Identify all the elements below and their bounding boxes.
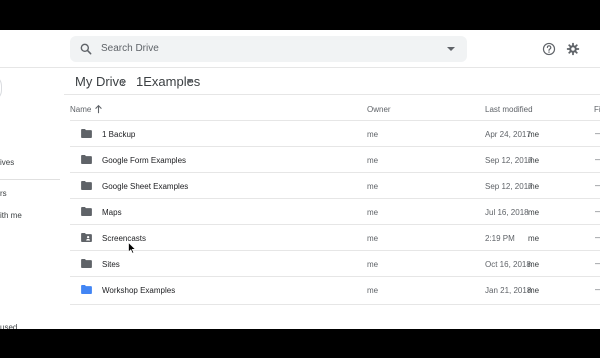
file-owner: me (367, 130, 379, 139)
folder-menu-chevron-down-icon[interactable] (187, 79, 193, 83)
file-modified-date: Jul 16, 2018 (485, 208, 529, 217)
file-modified-by: me (528, 156, 540, 165)
file-name[interactable]: Maps (102, 208, 122, 217)
gear-icon[interactable] (566, 42, 580, 56)
column-header-name[interactable]: Name (70, 105, 91, 114)
file-modified-by: me (528, 130, 540, 139)
search-input[interactable]: Search Drive (101, 43, 159, 54)
shared-folder-icon (81, 233, 92, 242)
file-name[interactable]: Workshop Examples (102, 286, 175, 295)
search-options-chevron-down-icon[interactable] (447, 47, 455, 51)
file-owner: me (367, 260, 379, 269)
search-icon (80, 43, 92, 55)
file-modified-date: 2:19 PM (485, 234, 515, 243)
sidebar-item-shared-drives[interactable]: ives (0, 158, 14, 167)
file-size: — (595, 181, 600, 190)
file-name[interactable]: Google Form Examples (102, 156, 186, 165)
column-header-file-size[interactable]: Fi (594, 105, 600, 114)
folder-icon (81, 155, 92, 164)
table-row[interactable]: Maps me Jul 16, 2018 me — (70, 198, 600, 224)
file-modified-by: me (528, 208, 540, 217)
table-row[interactable]: Workshop Examples me Jan 21, 2018 me — (70, 276, 600, 302)
file-modified-date: Oct 16, 2018 (485, 260, 531, 269)
file-name[interactable]: Google Sheet Examples (102, 182, 188, 191)
file-size: — (595, 129, 600, 138)
table-bottom-divider (70, 304, 600, 305)
table-row[interactable]: 1 Backup me Apr 24, 2017 me — (70, 120, 600, 146)
drive-app: Search Drive ives rs ith me used My Driv… (0, 30, 600, 329)
file-modified-date: Sep 12, 2017 (485, 182, 533, 191)
file-size: — (595, 285, 600, 294)
sidebar-divider (0, 179, 60, 180)
file-modified-by: me (528, 286, 540, 295)
bottom-letterbox (0, 329, 600, 358)
table-row[interactable]: Sites me Oct 16, 2018 me — (70, 250, 600, 276)
table-row[interactable]: Google Form Examples me Sep 12, 2017 me … (70, 146, 600, 172)
file-name[interactable]: 1 Backup (102, 130, 135, 139)
file-modified-date: Jan 21, 2018 (485, 286, 532, 295)
file-size: — (595, 233, 600, 242)
sidebar-item-computers[interactable]: rs (0, 189, 7, 198)
file-size: — (595, 259, 600, 268)
file-name[interactable]: Sites (102, 260, 120, 269)
help-icon[interactable] (542, 42, 556, 56)
file-modified-by: me (528, 260, 540, 269)
file-modified-date: Sep 12, 2017 (485, 156, 533, 165)
file-name[interactable]: Screencasts (102, 234, 146, 243)
top-letterbox (0, 0, 600, 30)
new-button[interactable] (0, 74, 2, 102)
file-owner: me (367, 182, 379, 191)
file-owner: me (367, 208, 379, 217)
folder-icon (81, 285, 92, 294)
column-header-last-modified[interactable]: Last modified (485, 105, 533, 114)
folder-icon (81, 259, 92, 268)
sort-ascending-arrow-icon[interactable] (94, 104, 103, 114)
breadcrumb-divider (64, 94, 600, 95)
folder-icon (81, 207, 92, 216)
breadcrumb-my-drive[interactable]: My Drive (75, 74, 126, 89)
file-modified-by: me (528, 182, 540, 191)
header: Search Drive (0, 30, 600, 68)
mouse-cursor-icon (128, 242, 136, 254)
folder-icon (81, 181, 92, 190)
search-bar[interactable]: Search Drive (70, 36, 467, 62)
breadcrumb-chevron-right-icon: › (121, 75, 125, 89)
file-modified-date: Apr 24, 2017 (485, 130, 531, 139)
table-row[interactable]: Google Sheet Examples me Sep 12, 2017 me… (70, 172, 600, 198)
file-size: — (595, 207, 600, 216)
folder-icon (81, 129, 92, 138)
sidebar-item-shared-with-me[interactable]: ith me (0, 211, 22, 220)
table-row[interactable]: Screencasts me 2:19 PM me — (70, 224, 600, 250)
file-owner: me (367, 156, 379, 165)
column-header-owner[interactable]: Owner (367, 105, 391, 114)
file-owner: me (367, 286, 379, 295)
file-owner: me (367, 234, 379, 243)
file-size: — (595, 155, 600, 164)
file-modified-by: me (528, 234, 540, 243)
